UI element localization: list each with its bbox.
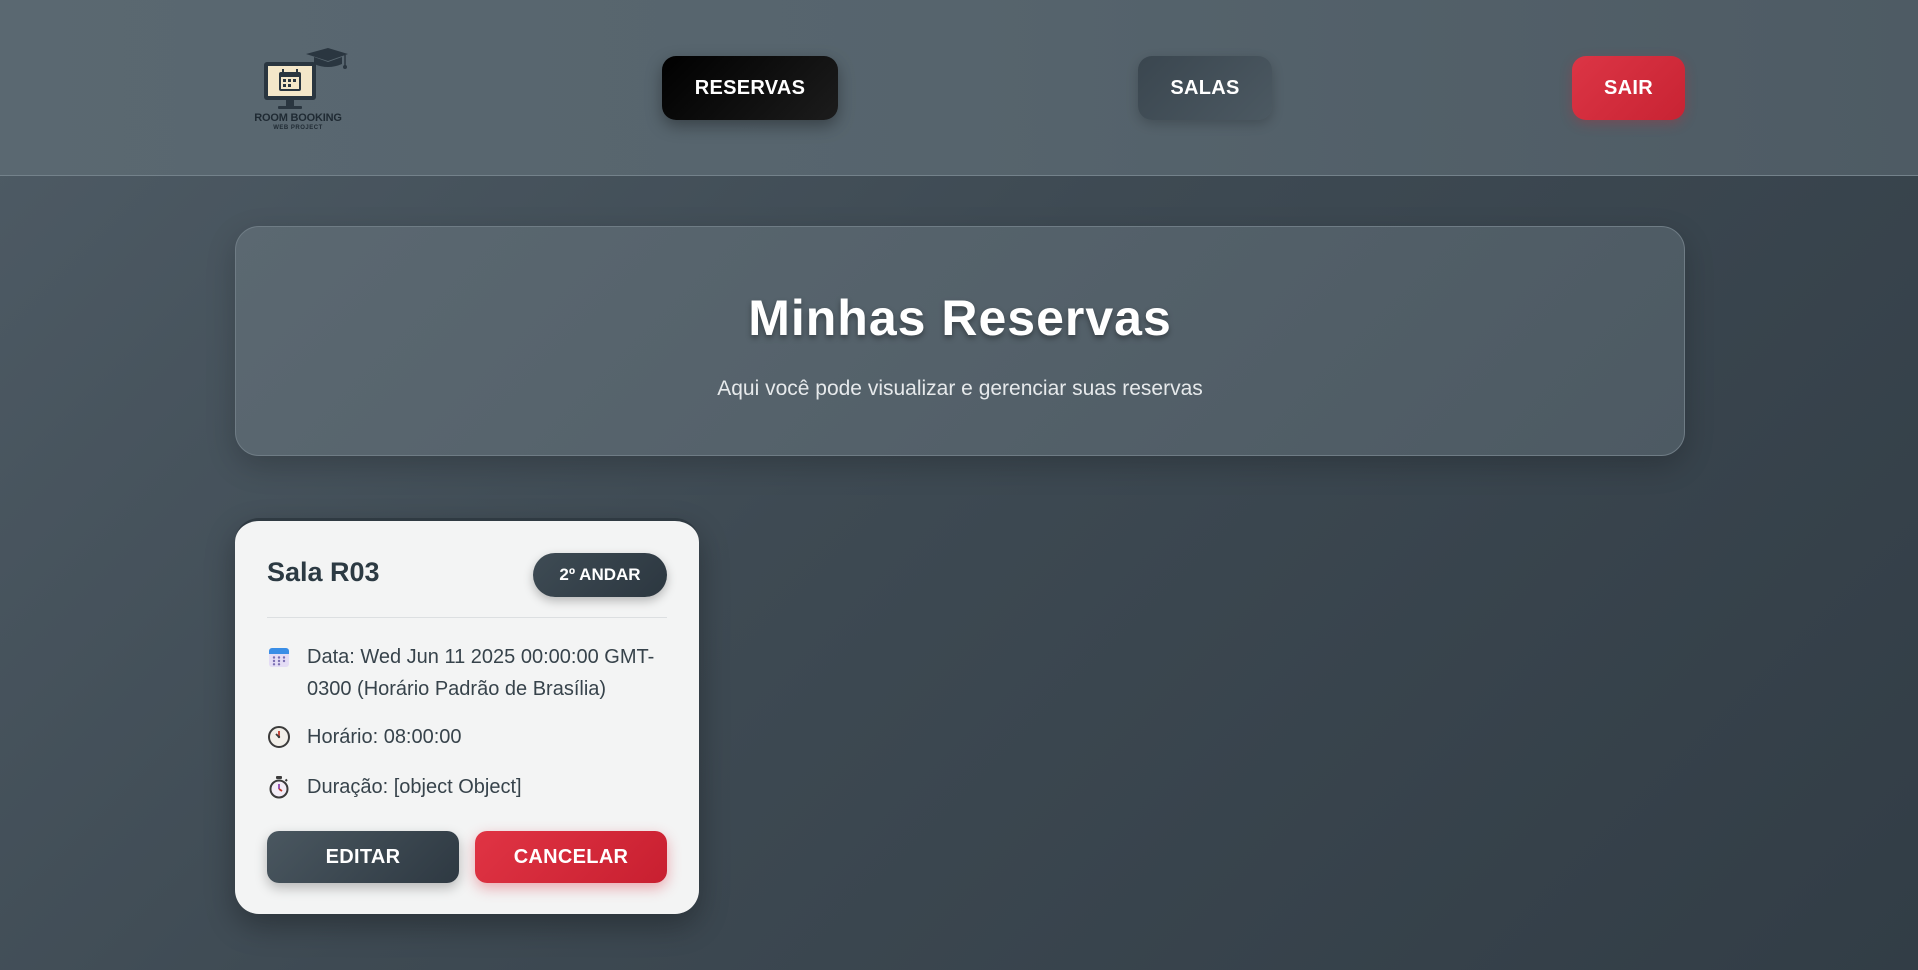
app-logo[interactable]: ROOM BOOKING WEB PROJECT bbox=[248, 44, 348, 136]
reservation-duration: Duração: [object Object] bbox=[267, 771, 667, 803]
floor-badge: 2º ANDAR bbox=[533, 553, 667, 597]
stopwatch-icon bbox=[267, 775, 291, 799]
page-subtitle: Aqui você pode visualizar e gerenciar su… bbox=[717, 377, 1203, 400]
reservation-card: Sala R03 2º ANDAR Data: Wed Jun 11 2025 … bbox=[235, 518, 699, 914]
monitor-calendar-graduation-cap-icon bbox=[264, 48, 348, 109]
logout-button[interactable]: SAIR bbox=[1572, 56, 1685, 120]
logo-subtitle: WEB PROJECT bbox=[273, 125, 323, 131]
reservation-duration-text: Duração: [object Object] bbox=[307, 776, 522, 798]
page-title: Minhas Reservas bbox=[748, 290, 1172, 346]
room-name: Sala R03 bbox=[267, 557, 380, 587]
nav-salas-button[interactable]: SALAS bbox=[1138, 56, 1272, 120]
reservation-date-text: Data: Wed Jun 11 2025 00:00:00 GMT-0300 … bbox=[307, 646, 655, 700]
calendar-icon bbox=[267, 645, 291, 669]
reservation-time: Horário: 08:00:00 bbox=[267, 721, 667, 753]
page-header-panel: Minhas Reservas Aqui você pode visualiza… bbox=[235, 226, 1685, 456]
reservation-date: Data: Wed Jun 11 2025 00:00:00 GMT-0300 … bbox=[267, 641, 667, 705]
logo-title: ROOM BOOKING bbox=[254, 112, 342, 124]
edit-reservation-button[interactable]: EDITAR bbox=[267, 831, 459, 883]
top-navbar: ROOM BOOKING WEB PROJECT RESERVAS SALAS … bbox=[0, 0, 1918, 176]
clock-icon bbox=[267, 725, 291, 749]
nav-reservas-button[interactable]: RESERVAS bbox=[662, 56, 838, 120]
reservation-time-text: Horário: 08:00:00 bbox=[307, 726, 462, 748]
card-divider bbox=[267, 617, 667, 618]
cancel-reservation-button[interactable]: CANCELAR bbox=[475, 831, 667, 883]
